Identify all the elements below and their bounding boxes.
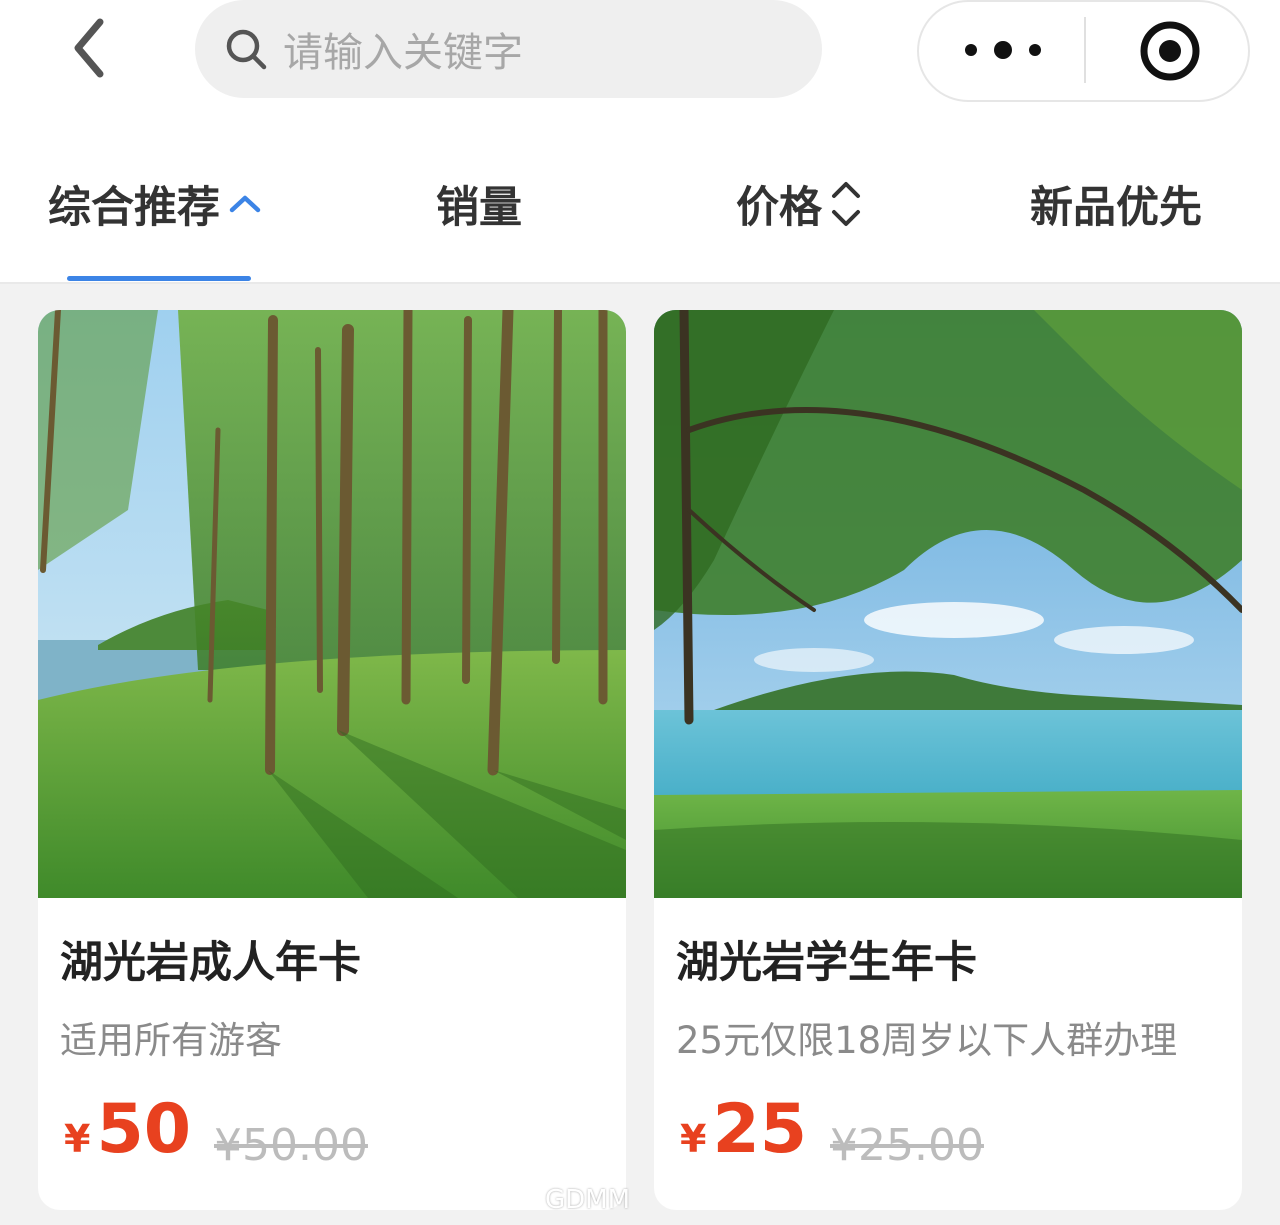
sort-tab-label: 价格: [736, 183, 822, 233]
search-icon: [223, 26, 269, 72]
lake-tree-photo: [654, 310, 1242, 898]
product-card[interactable]: 湖光岩学生年卡 25元仅限18周岁以下人群办理 ¥ 25 ¥25.00: [654, 310, 1242, 1210]
back-button[interactable]: [58, 12, 118, 84]
more-dots-icon: [965, 41, 1041, 59]
product-price: ¥ 50: [64, 1090, 191, 1170]
price-value: 25: [712, 1090, 808, 1169]
product-desc: 适用所有游客: [60, 1019, 282, 1062]
active-tab-indicator: [67, 276, 251, 281]
currency-symbol: ¥: [680, 1117, 707, 1161]
watermark: GDMM: [545, 1180, 745, 1220]
record-circle-icon: [1140, 21, 1200, 81]
search-placeholder: 请输入关键字: [283, 30, 523, 76]
sort-tab-price[interactable]: 价格: [736, 174, 862, 234]
search-bar[interactable]: 请输入关键字: [195, 0, 822, 98]
sort-tab-label: 综合推荐: [48, 183, 220, 233]
top-nav-bar: 请输入关键字: [0, 0, 1280, 140]
original-price: ¥50.00: [214, 1120, 368, 1171]
sort-tab-sales[interactable]: 销量: [436, 174, 522, 234]
mini-program-capsule: [917, 0, 1250, 102]
product-price: ¥ 25: [680, 1090, 807, 1170]
chevron-left-icon: [74, 18, 104, 78]
original-price: ¥25.00: [830, 1120, 984, 1171]
product-desc: 25元仅限18周岁以下人群办理: [676, 1019, 1178, 1062]
capsule-divider: [1084, 17, 1086, 83]
sort-tab-recommended[interactable]: 综合推荐: [48, 174, 262, 234]
watermark-text: GDMM: [545, 1185, 631, 1215]
sort-bar: 综合推荐 销量 价格 新品优先: [0, 140, 1280, 284]
forest-lake-photo: [38, 310, 626, 898]
product-title: 湖光岩成人年卡: [60, 938, 361, 988]
price-value: 50: [96, 1090, 192, 1169]
currency-symbol: ¥: [64, 1117, 91, 1161]
product-card[interactable]: 湖光岩成人年卡 适用所有游客 ¥ 50 ¥50.00: [38, 310, 626, 1210]
more-button[interactable]: [961, 27, 1045, 73]
sort-tab-label: 新品优先: [1030, 183, 1202, 233]
sort-tab-label: 销量: [436, 183, 522, 233]
updown-chevron-icon: [830, 178, 862, 230]
chevron-up-icon: [228, 192, 262, 216]
sort-tab-new[interactable]: 新品优先: [1030, 174, 1202, 234]
product-title: 湖光岩学生年卡: [676, 938, 977, 988]
close-mini-program-button[interactable]: [1137, 18, 1203, 84]
